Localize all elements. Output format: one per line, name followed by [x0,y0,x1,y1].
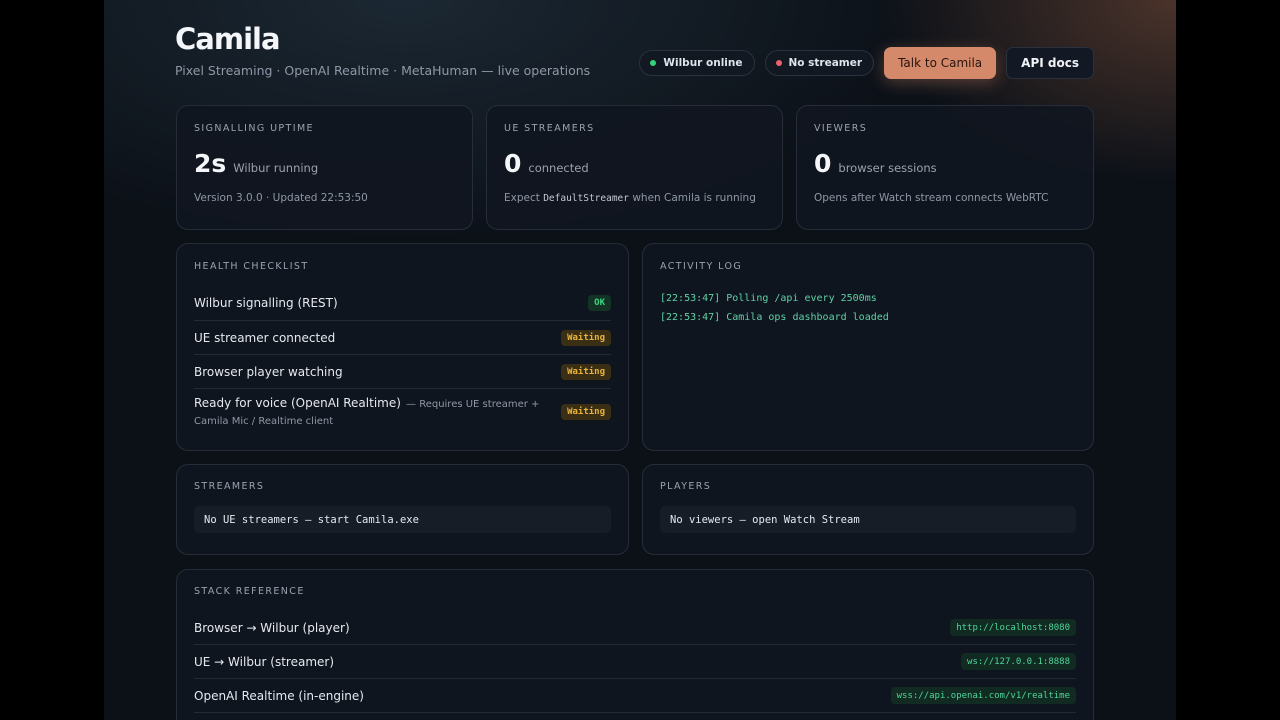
endpoint-code: wss://api.openai.com/v1/realtime [890,687,1076,704]
header-actions: Wilbur online No streamer Talk to Camila… [639,47,1094,79]
status-badge: OK [588,295,611,311]
players-label: PLAYERS [660,481,712,492]
streamers-card: STREAMERS No UE streamers — start Camila… [176,464,629,555]
status-badge: Waiting [561,329,611,346]
stack-reference-card: STACK REFERENCE Browser → Wilbur (player… [176,569,1094,720]
health-checklist-card: HEALTH CHECKLIST Wilbur signalling (REST… [176,243,629,451]
uptime-card: SIGNALLING UPTIME 2s Wilbur running Vers… [176,105,473,230]
check-row-browser-player: Browser player watching Waiting [194,355,611,389]
dashboard-frame: Camila Pixel Streaming · OpenAI Realtime… [104,0,1176,720]
activity-log-card: ACTIVITY LOG [22:53:47] Polling /api eve… [642,243,1094,451]
activity-log: [22:53:47] Polling /api every 2500ms [22… [660,289,889,327]
viewers-unit: browser sessions [838,161,937,175]
uptime-unit: Wilbur running [233,161,319,175]
status-badge: Waiting [561,363,611,380]
log-line: [22:53:47] Polling /api every 2500ms [660,293,877,304]
streamers-empty-state: No UE streamers — start Camila.exe [194,506,611,533]
viewers-label: VIEWERS [814,123,868,134]
wilbur-status-pill: Wilbur online [639,50,755,76]
ue-streamers-desc: Expect DefaultStreamer when Camila is ru… [504,192,756,204]
endpoint-code: http://localhost:8080 [950,619,1076,636]
streamers-label: STREAMERS [194,481,265,492]
log-line: [22:53:47] Camila ops dashboard loaded [660,312,889,323]
viewers-value: 0 [814,149,832,178]
stack-reference-label: STACK REFERENCE [194,586,305,597]
players-card: PLAYERS No viewers — open Watch Stream [642,464,1094,555]
ue-streamers-label: UE STREAMERS [504,123,595,134]
uptime-label: SIGNALLING UPTIME [194,123,314,134]
check-row-voice-ready: Ready for voice (OpenAI Realtime) — Requ… [194,389,611,435]
activity-log-label: ACTIVITY LOG [660,261,743,272]
health-checklist: Wilbur signalling (REST) OK UE streamer … [194,286,611,435]
streamer-status-pill: No streamer [764,50,875,76]
wilbur-status-label: Wilbur online [663,57,743,69]
streamer-status-label: No streamer [788,57,863,69]
players-empty-state: No viewers — open Watch Stream [660,506,1076,533]
uptime-value: 2s [194,149,227,178]
endpoint-code: ws://127.0.0.1:8888 [961,653,1076,670]
ue-streamers-value: 0 [504,149,522,178]
viewers-desc: Opens after Watch stream connects WebRTC [814,192,1049,204]
ue-streamers-unit: connected [528,161,589,175]
ref-row-browser-wilbur: Browser → Wilbur (player) http://localho… [194,611,1076,645]
page-header: Camila Pixel Streaming · OpenAI Realtime… [175,22,1094,86]
viewers-card: VIEWERS 0 browser sessions Opens after W… [796,105,1094,230]
health-checklist-label: HEALTH CHECKLIST [194,261,309,272]
check-row-wilbur: Wilbur signalling (REST) OK [194,286,611,321]
api-docs-button[interactable]: API docs [1006,47,1094,79]
ref-row-openai-realtime: OpenAI Realtime (in-engine) wss://api.op… [194,679,1076,713]
stack-reference-list: Browser → Wilbur (player) http://localho… [194,611,1076,713]
offline-dot-icon [775,60,782,66]
talk-to-camila-button[interactable]: Talk to Camila [884,47,997,79]
uptime-desc: Version 3.0.0 · Updated 22:53:50 [194,192,368,204]
ref-row-ue-wilbur: UE → Wilbur (streamer) ws://127.0.0.1:88… [194,645,1076,679]
ue-streamers-card: UE STREAMERS 0 connected Expect DefaultS… [486,105,783,230]
default-streamer-code: DefaultStreamer [543,193,629,204]
status-badge: Waiting [561,404,611,420]
online-dot-icon [650,60,657,66]
check-row-ue-streamer: UE streamer connected Waiting [194,321,611,355]
